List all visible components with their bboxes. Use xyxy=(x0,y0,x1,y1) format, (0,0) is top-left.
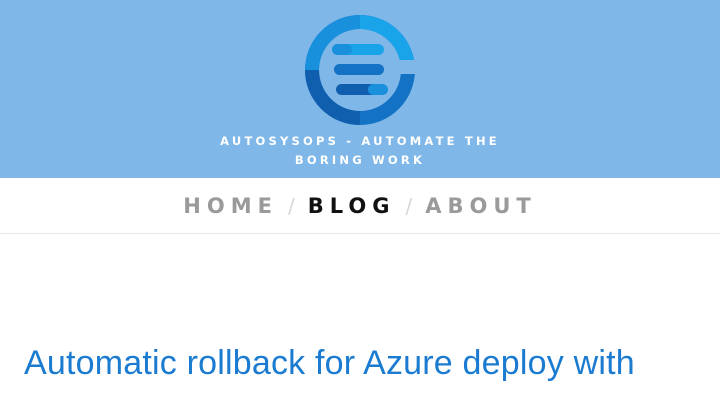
nav-separator: / xyxy=(405,193,413,218)
nav-separator: / xyxy=(287,193,295,218)
site-title[interactable]: AUTOSYSOPS - AUTOMATE THE BORING WORK xyxy=(190,132,530,170)
nav-blog-link[interactable]: BLOG xyxy=(308,194,396,218)
main-nav: HOME / BLOG / ABOUT xyxy=(0,178,720,234)
nav-about-link[interactable]: ABOUT xyxy=(425,194,537,218)
nav-home-link[interactable]: HOME xyxy=(183,194,278,218)
site-header: AUTOSYSOPS - AUTOMATE THE BORING WORK xyxy=(0,0,720,178)
autosysops-logo-icon[interactable] xyxy=(304,14,416,126)
post-title[interactable]: Automatic rollback for Azure deploy with xyxy=(24,340,714,386)
